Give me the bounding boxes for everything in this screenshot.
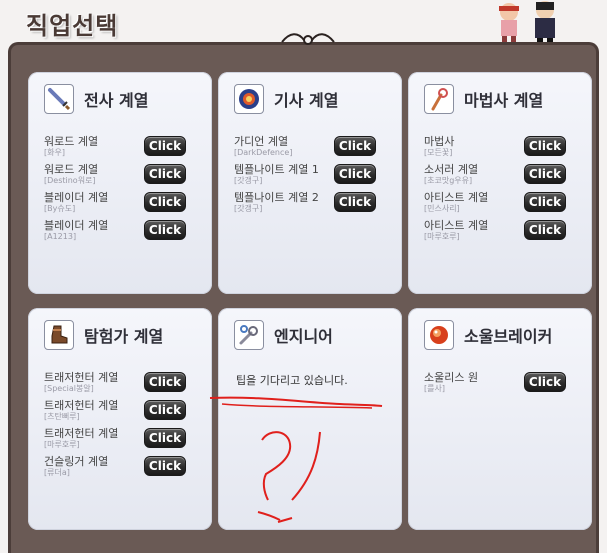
- panel-header: 전사 계열: [44, 82, 148, 116]
- click-button[interactable]: Click: [144, 136, 186, 156]
- panel-soulbreaker: 소울브레이커 소울리스 원 [를사] Click: [408, 308, 592, 530]
- panel-title: 마법사 계열: [464, 91, 544, 110]
- click-button[interactable]: Click: [144, 456, 186, 476]
- click-button[interactable]: Click: [144, 400, 186, 420]
- job-item: 워로드 계열 [화우] Click: [44, 136, 204, 162]
- job-item: 블레이더 계열 [By슈도] Click: [44, 192, 204, 218]
- click-button[interactable]: Click: [144, 372, 186, 392]
- job-item: 건슬링거 계열 [류더a] Click: [44, 456, 204, 482]
- magic-staff-icon: [424, 84, 454, 114]
- job-item: 트래저헌터 계열 [Special봉알] Click: [44, 372, 204, 398]
- click-button[interactable]: Click: [144, 164, 186, 184]
- panel-mage: 마법사 계열 마법사 [모든꽃] Click 소서러 계열 [초코맛g우유] C…: [408, 72, 592, 294]
- job-item: 블레이더 계열 [A1213] Click: [44, 220, 204, 246]
- job-item: 트래저헌터 계열 [마루호루] Click: [44, 428, 204, 454]
- waiting-message: 팁을 기다리고 있습니다.: [236, 374, 348, 387]
- panel-header: 소울브레이커: [424, 318, 552, 352]
- click-button[interactable]: Click: [334, 136, 376, 156]
- click-button[interactable]: Click: [524, 164, 566, 184]
- page-title: 직업선택: [26, 12, 119, 40]
- character-sprites: [499, 1, 555, 44]
- click-button[interactable]: Click: [144, 192, 186, 212]
- panel-header: 엔지니어: [234, 318, 333, 352]
- ornament-divider: [281, 33, 335, 45]
- panel-knight: 기사 계열 가디언 계열 [DarkDefence] Click 템플나이트 계…: [218, 72, 402, 294]
- sword-icon: [44, 84, 74, 114]
- job-item: 워로드 계열 [Destino워로] Click: [44, 164, 204, 190]
- job-item: 아티스트 계열 [민스사리] Click: [424, 192, 584, 218]
- panel-title: 소울브레이커: [464, 327, 553, 346]
- click-button[interactable]: Click: [524, 136, 566, 156]
- panel-title: 전사 계열: [84, 91, 149, 110]
- click-button[interactable]: Click: [524, 372, 566, 392]
- click-button[interactable]: Click: [524, 220, 566, 240]
- panel-engineer: 엔지니어 팁을 기다리고 있습니다.: [218, 308, 402, 530]
- panel-title: 엔지니어: [274, 327, 333, 346]
- boot-icon: [44, 320, 74, 350]
- job-item: 마법사 [모든꽃] Click: [424, 136, 584, 162]
- job-item: 템플나이트 계열 1 [갓갱구] Click: [234, 164, 394, 190]
- job-item: 트래저헌터 계열 [츠탄뻐루] Click: [44, 400, 204, 426]
- panel-explorer: 탐험가 계열 트래저헌터 계열 [Special봉알] Click 트래저헌터 …: [28, 308, 212, 530]
- click-button[interactable]: Click: [144, 428, 186, 448]
- panel-header: 마법사 계열: [424, 82, 543, 116]
- job-item: 가디언 계열 [DarkDefence] Click: [234, 136, 394, 162]
- job-item: 소서러 계열 [초코맛g우유] Click: [424, 164, 584, 190]
- job-item: 아티스트 계열 [마루호루] Click: [424, 220, 584, 246]
- click-button[interactable]: Click: [334, 192, 376, 212]
- soul-orb-icon: [424, 320, 454, 350]
- panel-title: 탐험가 계열: [84, 327, 164, 346]
- panel-header: 기사 계열: [234, 82, 338, 116]
- panel-title: 기사 계열: [274, 91, 339, 110]
- knight-emblem-icon: [234, 84, 264, 114]
- panel-warrior: 전사 계열 워로드 계열 [화우] Click 워로드 계열 [Destino워…: [28, 72, 212, 294]
- job-item: 소울리스 원 [를사] Click: [424, 372, 584, 398]
- click-button[interactable]: Click: [334, 164, 376, 184]
- click-button[interactable]: Click: [524, 192, 566, 212]
- click-button[interactable]: Click: [144, 220, 186, 240]
- wrench-icon: [234, 320, 264, 350]
- panel-header: 탐험가 계열: [44, 318, 163, 352]
- job-item: 템플나이트 계열 2 [갓갱구] Click: [234, 192, 394, 218]
